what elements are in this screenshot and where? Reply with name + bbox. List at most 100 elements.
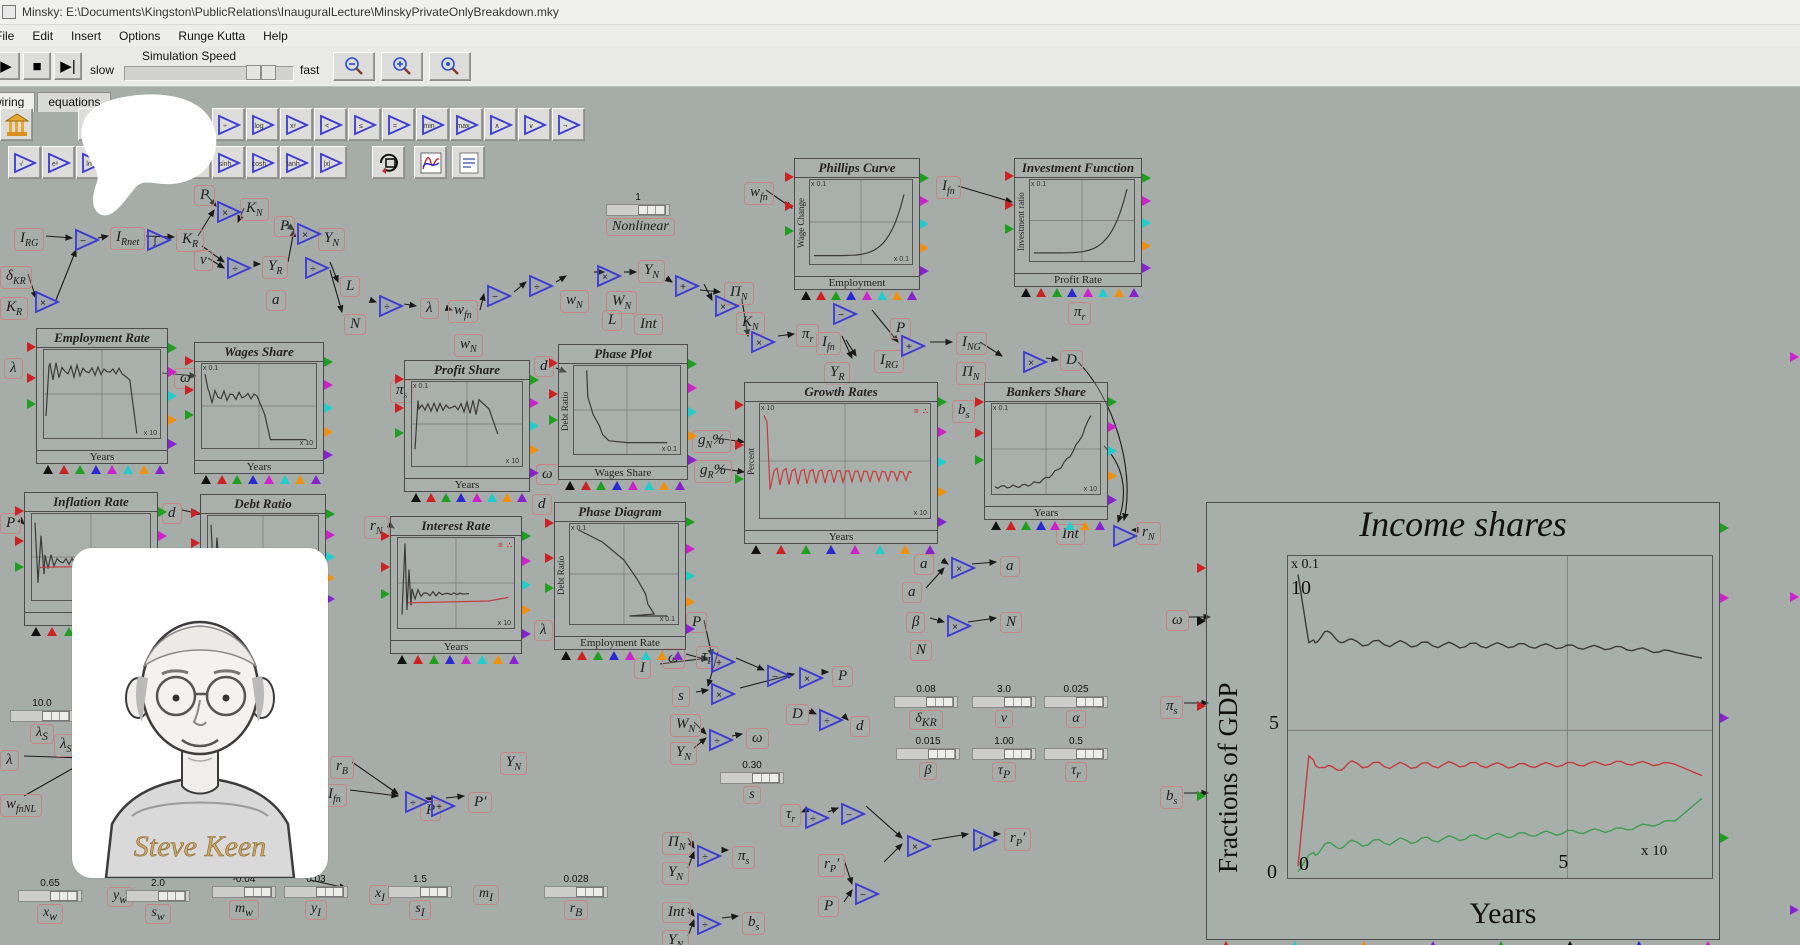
simulation-speed-slider[interactable]: Simulation Speed: [124, 49, 294, 83]
variable-x[interactable]: ω: [1166, 610, 1189, 631]
variable-x_r[interactable]: τr: [780, 804, 801, 827]
variable-x[interactable]: ω: [536, 464, 559, 485]
slider-λS[interactable]: 10.0λS: [10, 698, 74, 744]
menu-runge-kutta[interactable]: Runge Kutta: [169, 27, 254, 45]
variable-x[interactable]: λ: [4, 358, 23, 379]
slider-mw[interactable]: -0.04mw: [212, 874, 276, 920]
op-×[interactable]: ×: [950, 556, 976, 580]
zoom-in-button[interactable]: [381, 52, 423, 81]
slider-variable[interactable]: sI: [409, 900, 430, 920]
variable-P[interactable]: P: [818, 896, 839, 917]
palette-op2-4-button[interactable]: cos: [144, 146, 177, 179]
slider-variable[interactable]: xw: [37, 904, 63, 924]
variable-d[interactable]: d: [532, 494, 552, 515]
op-×[interactable]: ×: [710, 682, 736, 706]
variable-I_fn[interactable]: Ifn: [936, 176, 961, 199]
op-÷[interactable]: ÷: [818, 708, 844, 732]
variable-I[interactable]: I: [634, 658, 651, 679]
variable-x[interactable]: λ: [420, 298, 439, 319]
palette-op2-1-button[interactable]: eˣ: [42, 146, 75, 179]
variable-Y_N[interactable]: YN: [500, 752, 527, 775]
variable-v[interactable]: v: [194, 250, 213, 271]
variable-Y_N[interactable]: YN: [318, 228, 345, 251]
op-+[interactable]: +: [430, 794, 456, 818]
plot-bankers[interactable]: Bankers ShareYearsx 0.1x 10: [984, 382, 1108, 520]
variable-r_P[interactable]: rP′: [818, 854, 845, 877]
op-×[interactable]: ×: [216, 200, 242, 224]
slider-variable[interactable]: v: [995, 710, 1013, 728]
menu-file[interactable]: File: [0, 27, 23, 45]
op-÷[interactable]: ÷: [304, 256, 330, 280]
palette-op-7-button[interactable]: max: [450, 108, 483, 141]
slider-groove[interactable]: [10, 710, 74, 722]
palette-op-3-button[interactable]: <: [314, 108, 347, 141]
variable-I_fn[interactable]: Ifn: [816, 332, 841, 355]
variable-L[interactable]: L: [602, 310, 622, 331]
variable-I_NG[interactable]: ING: [956, 332, 987, 355]
run-button[interactable]: ▶: [0, 52, 20, 80]
slider-groove[interactable]: [972, 696, 1036, 708]
palette-op-5-button[interactable]: =: [382, 108, 415, 141]
slider-variable[interactable]: α: [1066, 710, 1085, 728]
variable-x_s[interactable]: πs: [1160, 696, 1183, 719]
op-node[interactable]: [1112, 524, 1138, 548]
variable-Y_N[interactable]: YN: [662, 930, 689, 945]
variable-x[interactable]: λ: [534, 620, 553, 641]
palette-op2-0-button[interactable]: √: [8, 146, 41, 179]
plot-employment[interactable]: Employment RateYearsx 10: [36, 328, 168, 464]
variable-x[interactable]: λ: [0, 750, 19, 771]
slider-groove[interactable]: [284, 886, 348, 898]
zoom-reset-button[interactable]: [429, 52, 471, 81]
variable-D[interactable]: D: [1060, 350, 1083, 371]
op-×[interactable]: ×: [1022, 350, 1048, 374]
palette-op-0-button[interactable]: ÷: [212, 108, 245, 141]
variable-g_N[interactable]: gN%: [692, 430, 731, 453]
slider-variable[interactable]: rB: [564, 900, 589, 920]
slider-mI[interactable]: mI: [454, 884, 518, 905]
variable-w_fn[interactable]: wfn: [744, 182, 774, 205]
slider-variable[interactable]: λS: [30, 724, 54, 744]
slider-τr[interactable]: 0.5τr: [1044, 736, 1108, 782]
slider-variable[interactable]: yI: [305, 900, 327, 920]
slider-variable[interactable]: τr: [1065, 762, 1087, 782]
palette-plot-widget-button[interactable]: [414, 146, 447, 179]
slider-δKR[interactable]: 0.08δKR: [894, 684, 958, 730]
slider-τP[interactable]: 1.00τP: [972, 736, 1036, 782]
palette-op2-8-button[interactable]: tanh: [280, 146, 313, 179]
palette-integrate-button[interactable]: [372, 146, 405, 179]
variable-r_B[interactable]: rB: [330, 756, 354, 779]
palette-op2-9-button[interactable]: |x|: [314, 146, 347, 179]
op-−[interactable]: −: [854, 882, 880, 906]
slider-variable[interactable]: δKR: [909, 710, 942, 730]
variable-L[interactable]: L: [340, 276, 360, 297]
variable-Int[interactable]: Int: [662, 902, 691, 923]
op-÷[interactable]: ÷: [696, 844, 722, 868]
slider-α[interactable]: 0.025α: [1044, 684, 1108, 728]
palette-op-6-button[interactable]: min: [416, 108, 449, 141]
slider-Nonlinear[interactable]: 1Nonlinear: [606, 192, 670, 236]
plot-income-shares[interactable]: Income sharesFractions of GDPYearsx 0.11…: [1206, 502, 1720, 940]
slider-groove[interactable]: [606, 204, 670, 216]
step-button[interactable]: ▶|: [54, 52, 82, 80]
slider-groove[interactable]: [126, 890, 190, 902]
variable-w_N[interactable]: wN: [454, 334, 483, 357]
variable-x[interactable]: ω: [746, 728, 769, 749]
op-−[interactable]: −: [840, 802, 866, 826]
op-×[interactable]: ×: [798, 666, 824, 690]
op-−[interactable]: −: [766, 664, 792, 688]
slider-groove[interactable]: [388, 886, 452, 898]
plot-profit[interactable]: Profit ShareYearsx 0.1x 10: [404, 360, 530, 492]
op-+[interactable]: +: [674, 274, 700, 298]
variable-d[interactable]: d: [850, 716, 870, 737]
stop-button[interactable]: ■: [23, 52, 51, 80]
variable-P[interactable]: P: [832, 666, 853, 687]
variable-x[interactable]: β: [906, 612, 925, 633]
slider-variable[interactable]: sw: [145, 904, 170, 924]
plot-phase-diagram[interactable]: Phase DiagramDebt RatioEmployment Ratex …: [554, 502, 686, 650]
slider-groove[interactable]: [212, 886, 276, 898]
slider-groove[interactable]: [1044, 748, 1108, 760]
slider-s[interactable]: 0.30s: [720, 760, 784, 804]
slider-groove[interactable]: [894, 696, 958, 708]
op-−[interactable]: −: [74, 228, 100, 252]
variable-P[interactable]: P: [0, 513, 21, 534]
